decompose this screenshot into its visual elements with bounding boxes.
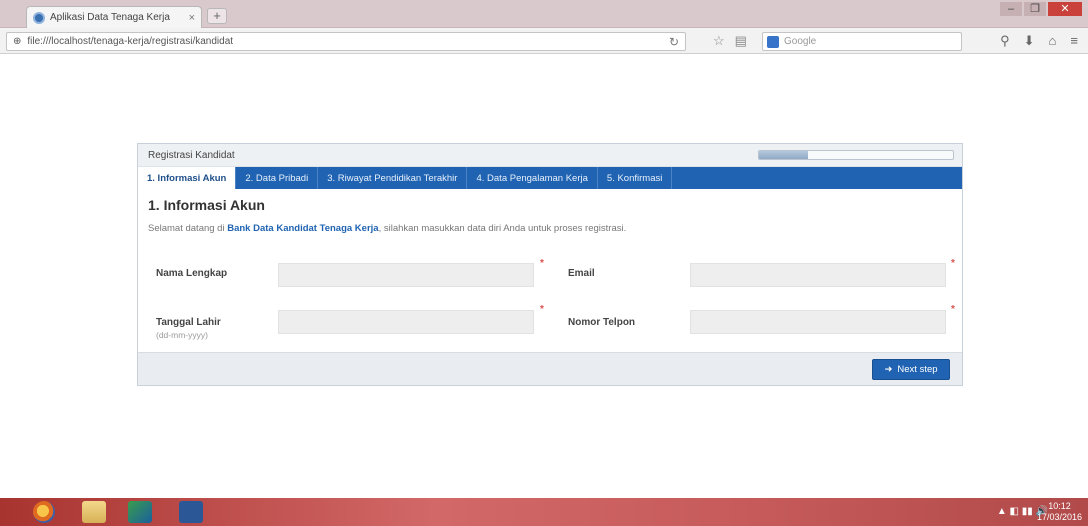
menu-icon[interactable]: ≡ — [1070, 33, 1078, 49]
email-label: Email — [568, 268, 595, 279]
email-required-mark: * — [951, 258, 955, 269]
progress-fill — [759, 151, 808, 159]
tanggal-required-mark: * — [540, 304, 544, 315]
firefox-taskbar-icon[interactable] — [33, 501, 55, 523]
bookmark-icons: ☆ ▤ — [713, 33, 747, 49]
panel-title: Registrasi Kandidat — [148, 149, 235, 161]
arrow-right-icon: ➜ — [884, 364, 893, 375]
tanggal-lahir-input[interactable] — [278, 310, 534, 334]
search-engine-icon[interactable] — [767, 35, 779, 48]
tab-title: Aplikasi Data Tenaga Kerja — [50, 12, 170, 23]
nomor-telpon-label: Nomor Telpon — [568, 317, 636, 328]
registration-panel: Registrasi Kandidat 1. Informasi Akun 2.… — [137, 143, 963, 386]
nama-lengkap-input[interactable] — [278, 263, 534, 287]
browser-titlebar: Aplikasi Data Tenaga Kerja × + – ❐ ✕ — [0, 0, 1088, 28]
nama-lengkap-label: Nama Lengkap — [156, 268, 228, 279]
intro-suffix: , silahkan masukkan data diri Anda untuk… — [378, 223, 627, 234]
tab-informasi-akun[interactable]: 1. Informasi Akun — [138, 167, 237, 189]
search-placeholder: Google — [784, 36, 817, 47]
next-step-label: Next step — [897, 364, 938, 375]
search-icon[interactable]: ⚲ — [1000, 33, 1010, 49]
address-bar[interactable]: ⊕ file:///localhost/tenaga-kerja/registr… — [6, 32, 686, 51]
registration-progress-bar — [758, 150, 954, 160]
maximize-button[interactable]: ❐ — [1024, 2, 1046, 16]
intro-prefix: Selamat datang di — [148, 223, 225, 234]
search-bar[interactable]: Google — [762, 32, 962, 51]
clock-time: 10:12 — [1048, 501, 1071, 511]
home-icon[interactable]: ⌂ — [1049, 33, 1057, 49]
tab-konfirmasi[interactable]: 5. Konfirmasi — [598, 167, 673, 189]
clipboard-icon[interactable]: ▤ — [735, 33, 747, 49]
os-taskbar: ▲ ◧ ▮▮ 🔊 10:12 17/03/2016 — [0, 498, 1088, 526]
tanggal-lahir-hint: (dd-mm-yyyy) — [156, 330, 208, 340]
tab-pengalaman-kerja[interactable]: 4. Data Pengalaman Kerja — [467, 167, 598, 189]
intro-text: Selamat datang di Bank Data Kandidat Ten… — [148, 223, 952, 234]
window-controls: – ❐ ✕ — [1000, 2, 1082, 16]
new-tab-button[interactable]: + — [207, 8, 227, 24]
minimize-button[interactable]: – — [1000, 2, 1022, 16]
close-window-button[interactable]: ✕ — [1048, 2, 1082, 16]
download-icon[interactable]: ⬇ — [1024, 33, 1035, 49]
nomor-telpon-input[interactable] — [690, 310, 946, 334]
panel-footer: ➜ Next step — [138, 352, 962, 385]
panel-header: Registrasi Kandidat — [138, 144, 962, 167]
bank-data-link[interactable]: Bank Data Kandidat Tenaga Kerja — [227, 223, 378, 234]
reload-icon[interactable]: ↻ — [669, 35, 679, 49]
clock-date: 17/03/2016 — [1036, 512, 1082, 522]
telpon-required-mark: * — [951, 304, 955, 315]
email-input[interactable] — [690, 263, 946, 287]
browser-navbar: ⊕ file:///localhost/tenaga-kerja/registr… — [0, 28, 1088, 54]
tanggal-lahir-label: Tanggal Lahir — [156, 317, 221, 328]
url-text[interactable]: file:///localhost/tenaga-kerja/registras… — [27, 36, 663, 47]
tab-data-pribadi[interactable]: 2. Data Pribadi — [236, 167, 319, 189]
browser-tab[interactable]: Aplikasi Data Tenaga Kerja × — [26, 6, 202, 28]
tab-riwayat-pendidikan[interactable]: 3. Riwayat Pendidikan Terakhir — [318, 167, 468, 189]
site-favicon-icon — [33, 11, 45, 24]
step-tabs: 1. Informasi Akun 2. Data Pribadi 3. Riw… — [138, 167, 962, 189]
bookmark-star-icon[interactable]: ☆ — [713, 33, 725, 49]
tab-close-icon[interactable]: × — [189, 12, 195, 24]
next-step-button[interactable]: ➜ Next step — [872, 359, 950, 380]
photo-app-taskbar-icon[interactable] — [128, 501, 152, 523]
toolbar-icons: ⚲ ⬇ ⌂ ≡ — [1000, 33, 1078, 49]
taskbar-clock[interactable]: 10:12 17/03/2016 — [1037, 501, 1082, 523]
form-title: 1. Informasi Akun — [148, 197, 265, 213]
file-explorer-taskbar-icon[interactable] — [82, 501, 106, 523]
nama-required-mark: * — [540, 258, 544, 269]
globe-icon: ⊕ — [13, 36, 22, 47]
word-taskbar-icon[interactable] — [179, 501, 203, 523]
